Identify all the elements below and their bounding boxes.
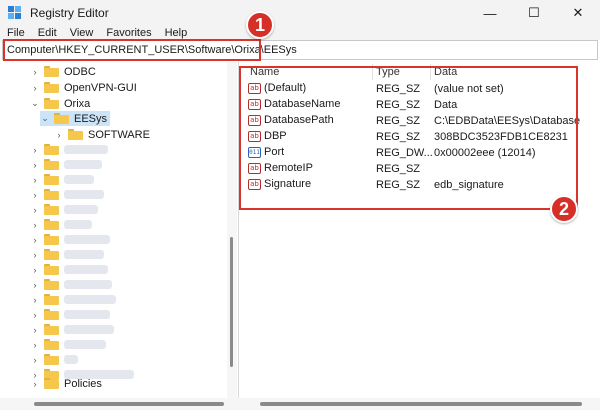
tree-item-label: OpenVPN-GUI: [64, 81, 137, 94]
obscured-key[interactable]: ›: [30, 142, 108, 157]
folder-icon: [44, 98, 59, 109]
chevron-down-icon[interactable]: ⌄: [30, 98, 40, 109]
tree-item-label: ODBC: [64, 65, 96, 78]
chevron-right-icon[interactable]: ›: [54, 130, 64, 140]
folder-icon: [44, 294, 59, 305]
menu-edit[interactable]: Edit: [31, 27, 63, 39]
chevron-right-icon[interactable]: ›: [30, 67, 40, 77]
address-highlight-box: [3, 39, 261, 61]
tree-item-label: Policies: [64, 377, 102, 390]
folder-icon: [44, 354, 59, 365]
obscured-key[interactable]: ›: [30, 217, 92, 232]
callout-badge-2: 2: [550, 195, 578, 223]
folder-icon: [44, 189, 59, 200]
tree-item-orixa[interactable]: ⌄ Orixa: [30, 96, 90, 111]
tree-item-label: SOFTWARE: [88, 128, 150, 141]
values-highlight-box: [239, 66, 578, 210]
close-button[interactable]: ✕: [556, 0, 600, 26]
values-hscroll-thumb[interactable]: [260, 402, 582, 406]
obscured-key[interactable]: ›: [30, 307, 110, 322]
folder-icon: [44, 82, 59, 93]
folder-icon: [44, 144, 59, 155]
title-bar: Registry Editor — ☐ ✕: [0, 0, 600, 26]
tree-horizontal-scrollbar[interactable]: [0, 398, 240, 410]
folder-icon: [44, 219, 59, 230]
tree-item-software[interactable]: › SOFTWARE: [54, 127, 150, 142]
obscured-key[interactable]: ›: [30, 292, 116, 307]
folder-icon: [44, 234, 59, 245]
obscured-key[interactable]: ›: [30, 262, 108, 277]
folder-icon: [44, 324, 59, 335]
registry-editor-icon: [8, 6, 22, 20]
folder-icon: [44, 66, 59, 77]
address-bar[interactable]: Computer\HKEY_CURRENT_USER\Software\Orix…: [2, 39, 598, 61]
tree-hscroll-thumb[interactable]: [34, 402, 224, 406]
menu-bar: File Edit View Favorites Help: [0, 26, 600, 40]
chevron-right-icon[interactable]: ›: [30, 379, 40, 389]
obscured-key[interactable]: ›: [30, 232, 110, 247]
folder-icon: [44, 264, 59, 275]
key-tree-pane[interactable]: › ODBC › OpenVPN-GUI ⌄ Orixa ⌄ EESys › S…: [0, 62, 239, 398]
menu-file[interactable]: File: [0, 27, 31, 39]
obscured-key[interactable]: ›: [30, 202, 98, 217]
tree-item-odbc[interactable]: › ODBC: [30, 64, 96, 79]
folder-icon: [44, 309, 59, 320]
obscured-key[interactable]: ›: [30, 352, 78, 367]
obscured-key[interactable]: ›: [30, 322, 114, 337]
folder-icon: [44, 174, 59, 185]
tree-item-label: Orixa: [64, 97, 91, 110]
tree-item-policies[interactable]: › Policies: [30, 376, 102, 391]
obscured-key[interactable]: ›: [30, 337, 106, 352]
obscured-key[interactable]: ›: [30, 172, 94, 187]
folder-icon: [44, 249, 59, 260]
window-title: Registry Editor: [30, 6, 109, 20]
maximize-button[interactable]: ☐: [512, 0, 556, 26]
folder-icon: [44, 204, 59, 215]
obscured-key[interactable]: ›: [30, 187, 104, 202]
folder-icon: [44, 159, 59, 170]
window-controls: — ☐ ✕: [468, 0, 600, 26]
chevron-right-icon[interactable]: ›: [30, 83, 40, 93]
minimize-button[interactable]: —: [468, 0, 512, 26]
folder-icon: [44, 279, 59, 290]
tree-item-eesys[interactable]: ⌄ EESys: [40, 111, 110, 126]
tree-scroll-thumb[interactable]: [230, 237, 233, 367]
tree-vertical-scrollbar[interactable]: [227, 62, 237, 398]
tree-item-openvpn-gui[interactable]: › OpenVPN-GUI: [30, 80, 137, 95]
folder-icon: [68, 129, 83, 140]
folder-icon: [44, 339, 59, 350]
obscured-key[interactable]: ›: [30, 277, 112, 292]
callout-badge-1: 1: [246, 11, 274, 39]
menu-help[interactable]: Help: [158, 27, 194, 39]
folder-icon: [54, 113, 69, 124]
menu-view[interactable]: View: [63, 27, 100, 39]
obscured-key[interactable]: ›: [30, 157, 102, 172]
chevron-down-icon[interactable]: ⌄: [40, 113, 50, 124]
folder-icon: [44, 378, 59, 389]
values-horizontal-scrollbar[interactable]: [240, 398, 600, 410]
obscured-key[interactable]: ›: [30, 247, 104, 262]
menu-favorites[interactable]: Favorites: [99, 27, 157, 39]
tree-item-label: EESys: [74, 112, 108, 125]
